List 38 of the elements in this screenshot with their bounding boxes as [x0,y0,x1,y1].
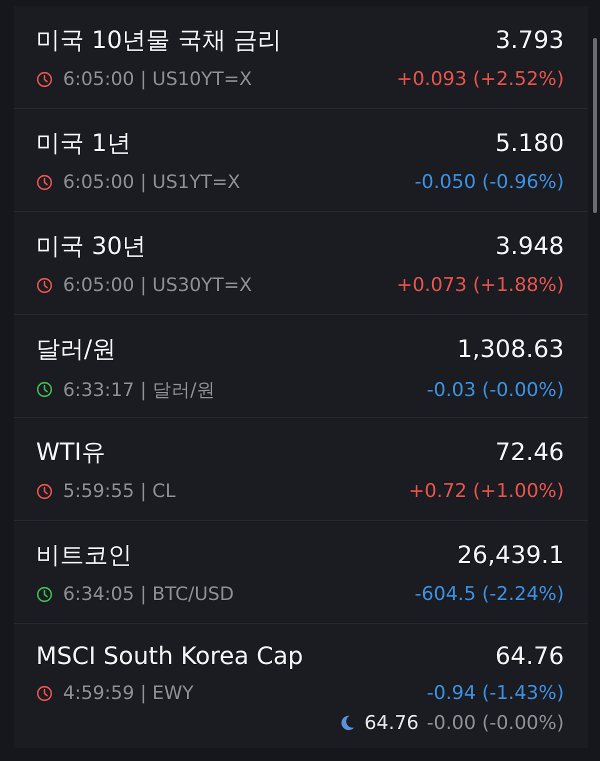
quote-name: 비트코인 [36,540,132,571]
quote-row[interactable]: MSCI South Korea Cap 64.76 4:59:59 | EWY -0.94 (-1.43%) 64.76 -0.00 (-0.00%) [14,624,588,748]
quote-price: 64.76 [495,642,564,670]
quote-name: WTI유 [36,437,106,468]
quote-price: 72.46 [495,438,564,466]
quote-price: 1,308.63 [457,335,564,363]
quote-row[interactable]: 달러/원 1,308.63 6:33:17 | 달러/원 -0.03 (-0.00%) [14,315,588,418]
quote-row[interactable]: 미국 10년물 국채 금리 3.793 6:05:00 | US10YT=X +0.093 (+2.52%) [14,6,588,109]
quote-row[interactable]: WTI유 72.46 5:59:55 | CL +0.72 (+1.00%) [14,418,588,521]
quote-change: -0.03 (-0.00%) [426,378,564,400]
scrollbar[interactable] [593,38,597,213]
quote-price: 26,439.1 [457,541,564,569]
after-hours-change: -0.00 (-0.00%) [426,712,564,734]
quote-time-symbol: 6:34:05 | BTC/USD [63,584,235,604]
quote-price: 5.180 [495,129,564,157]
quote-time-symbol: 6:33:17 | 달러/원 [63,379,217,402]
quote-time-symbol: 6:05:00 | US10YT=X [63,68,253,90]
quote-time-symbol: 6:05:00 | US30YT=X [63,274,253,296]
quote-price: 3.793 [495,26,564,54]
quote-change: -604.5 (-2.24%) [414,583,564,605]
quote-time-symbol: 5:59:55 | CL [63,480,177,502]
quote-change: -0.050 (-0.96%) [414,171,564,193]
quote-price: 3.948 [495,232,564,260]
quote-change: +0.093 (+2.52%) [396,68,564,90]
quote-name: 미국 1년 [36,128,131,159]
quote-name: 미국 30년 [36,231,146,262]
after-hours-price: 64.76 [364,712,419,734]
quote-time-symbol: 6:05:00 | US1YT=X [63,172,242,192]
quote-change: +0.72 (+1.00%) [408,480,564,502]
quote-row[interactable]: 미국 1년 5.180 6:05:00 | US1YT=X -0.050 (-0.96%) [14,109,588,212]
quote-row[interactable]: 미국 30년 3.948 6:05:00 | US30YT=X +0.073 (+1.88%) [14,212,588,315]
quote-time-symbol: 4:59:59 | EWY [63,682,195,704]
quote-row[interactable]: 비트코인 26,439.1 6:34:05 | BTC/USD -604.5 (-2.24%) [14,521,588,624]
quote-name: 미국 10년물 국채 금리 [36,25,282,56]
quote-name: MSCI South Korea Cap [36,642,304,670]
quote-change: +0.073 (+1.88%) [396,274,564,296]
quote-change: -0.94 (-1.43%) [426,682,564,704]
quote-name: 달러/원 [36,334,116,365]
